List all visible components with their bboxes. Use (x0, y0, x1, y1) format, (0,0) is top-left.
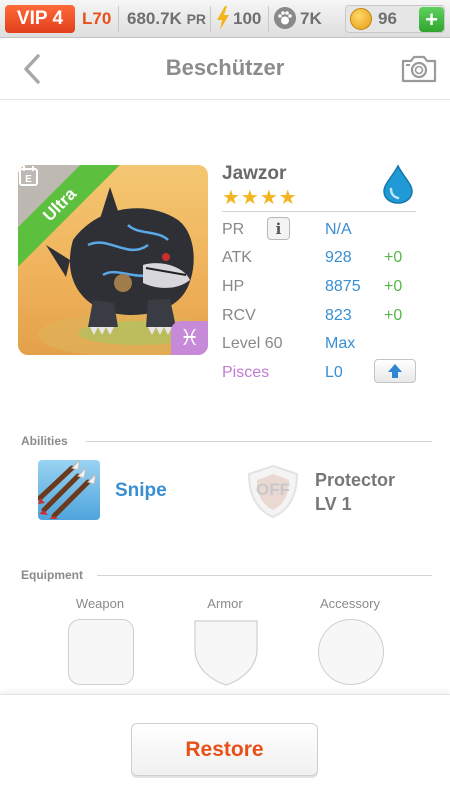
stat-value: N/A (325, 221, 352, 238)
arrow-up-icon (388, 364, 402, 378)
armor-slot[interactable] (193, 619, 259, 687)
arrows-icon (38, 460, 97, 519)
stat-row-rcv: RCV 823 +0 (222, 307, 422, 331)
passive-skill-name[interactable]: Protector (315, 470, 395, 491)
svg-text:E: E (25, 174, 32, 185)
zodiac-pisces-icon: ♓ (171, 321, 208, 355)
divider (118, 6, 119, 32)
stat-row-atk: ATK 928 +0 (222, 249, 422, 273)
stat-label: HP (222, 278, 245, 295)
stat-value: 823 (325, 307, 352, 324)
stat-label: Level 60 (222, 335, 283, 352)
vip-badge[interactable]: VIP 4 (5, 5, 75, 33)
stat-label: RCV (222, 307, 256, 324)
equipment-heading: Equipment (21, 568, 83, 582)
stat-value: 8875 (325, 278, 361, 295)
stat-row-hp: HP 8875 +0 (222, 278, 422, 302)
info-icon[interactable]: i (267, 217, 290, 240)
snipe-skill-icon[interactable] (38, 460, 100, 520)
stat-row-zodiac: Pisces L0 (222, 359, 422, 388)
active-skill-name[interactable]: Snipe (115, 480, 167, 502)
stat-value: Max (325, 335, 356, 352)
star-rating: ★★★★ (222, 187, 298, 209)
power-unit: PR (186, 11, 207, 27)
stat-row-level: Level 60 Max (222, 335, 422, 359)
divider (268, 6, 269, 32)
grade-icon: E (19, 166, 38, 186)
pet-name: Jawzor (222, 163, 287, 184)
stat-bonus: +0 (384, 249, 403, 266)
zodiac-upgrade-button[interactable] (374, 359, 416, 383)
power-value: 680.7K (127, 9, 182, 28)
page-title: Beschützer (165, 55, 285, 80)
stat-value: L0 (325, 364, 343, 381)
stat-bonus: +0 (384, 278, 403, 295)
passive-off-label: OFF (256, 480, 290, 499)
coin-icon (350, 8, 372, 30)
buy-coins-button[interactable]: + (419, 7, 444, 32)
coin-value: 96 (378, 9, 397, 28)
paw-icon (274, 7, 296, 29)
accessory-label: Accessory (320, 596, 380, 611)
power-rating: 680.7K PR (127, 9, 206, 29)
abilities-heading: Abilities (21, 434, 68, 448)
stat-bonus: +0 (384, 307, 403, 324)
stat-label: PR (222, 221, 245, 238)
divider (86, 441, 432, 442)
weapon-slot[interactable] (68, 619, 134, 685)
status-bar: VIP 4 L70 680.7K PR 100 7K 96 + (0, 0, 450, 38)
stat-value: 928 (325, 249, 352, 266)
paw-value: 7K (300, 9, 322, 28)
nav-header: Beschützer (0, 38, 450, 100)
divider (97, 575, 432, 576)
accessory-slot[interactable] (318, 619, 384, 685)
camera-icon[interactable] (400, 53, 438, 85)
stat-row-pr: PR i N/A (222, 217, 422, 245)
weapon-label: Weapon (75, 596, 125, 611)
player-level: L70 (82, 9, 112, 28)
stat-label: ATK (222, 249, 252, 266)
divider (210, 6, 211, 32)
lightning-icon (217, 6, 229, 30)
restore-button[interactable]: Restore (131, 723, 318, 776)
water-element-icon (383, 164, 413, 204)
armor-label: Armor (207, 596, 243, 611)
passive-skill-level: LV 1 (315, 494, 352, 514)
stats-divider (222, 211, 416, 212)
zodiac-label: Pisces (222, 364, 270, 381)
stamina-value: 100 (233, 9, 262, 28)
